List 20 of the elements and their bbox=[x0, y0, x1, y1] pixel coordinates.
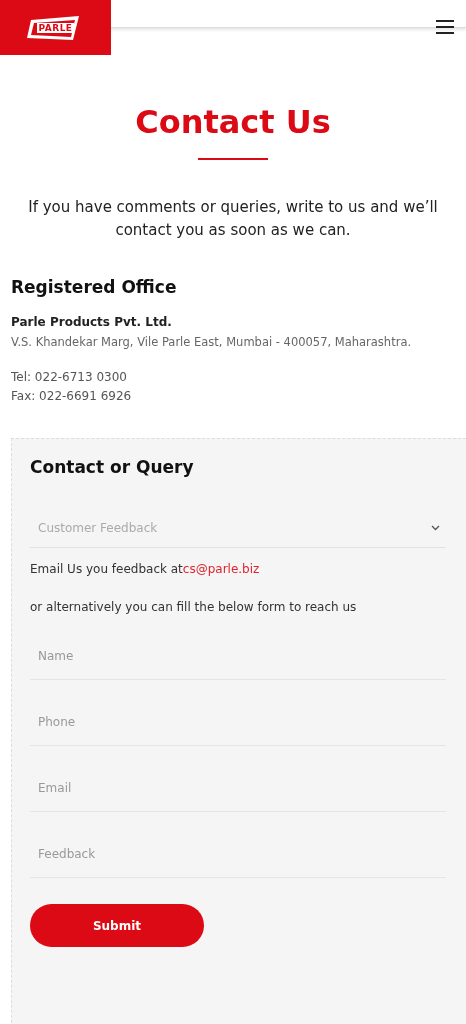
input-field[interactable]: Email bbox=[30, 764, 446, 812]
fax-text: Fax: 022-6691 6926 bbox=[11, 389, 133, 403]
logo[interactable]: PARLE bbox=[0, 0, 111, 55]
phone-text: Tel: 022-6713 0300 bbox=[11, 370, 128, 384]
input-field[interactable]: Feedback bbox=[30, 830, 446, 878]
logo-text: PARLE bbox=[37, 22, 74, 33]
email-text: Email Us you feedback atcs@parle.biz bbox=[30, 562, 261, 576]
submit-button[interactable]: Submit bbox=[30, 904, 204, 947]
instruction-text: or alternatively you can fill the below form to reach us bbox=[30, 600, 358, 614]
menu-icon[interactable] bbox=[436, 20, 454, 34]
input-field[interactable]: Phone bbox=[30, 698, 446, 746]
intro-text: If you have comments or queries, write to us and we’ll contact you as soon as we can. bbox=[27, 197, 439, 241]
input-field[interactable]: Name bbox=[30, 632, 446, 680]
section-heading: Registered Office bbox=[11, 277, 178, 297]
page-title: Contact Us bbox=[134, 102, 332, 143]
form-heading: Contact or Query bbox=[30, 457, 195, 477]
address-text: V.S. Khandekar Marg, Vile Parle East, Mumbai - 400057, Maharashtra. bbox=[11, 335, 413, 349]
chevron-down-icon bbox=[431, 525, 440, 531]
company-name: Parle Products Pvt. Ltd. bbox=[11, 315, 173, 329]
email-link[interactable]: cs@parle.biz bbox=[182, 562, 260, 576]
